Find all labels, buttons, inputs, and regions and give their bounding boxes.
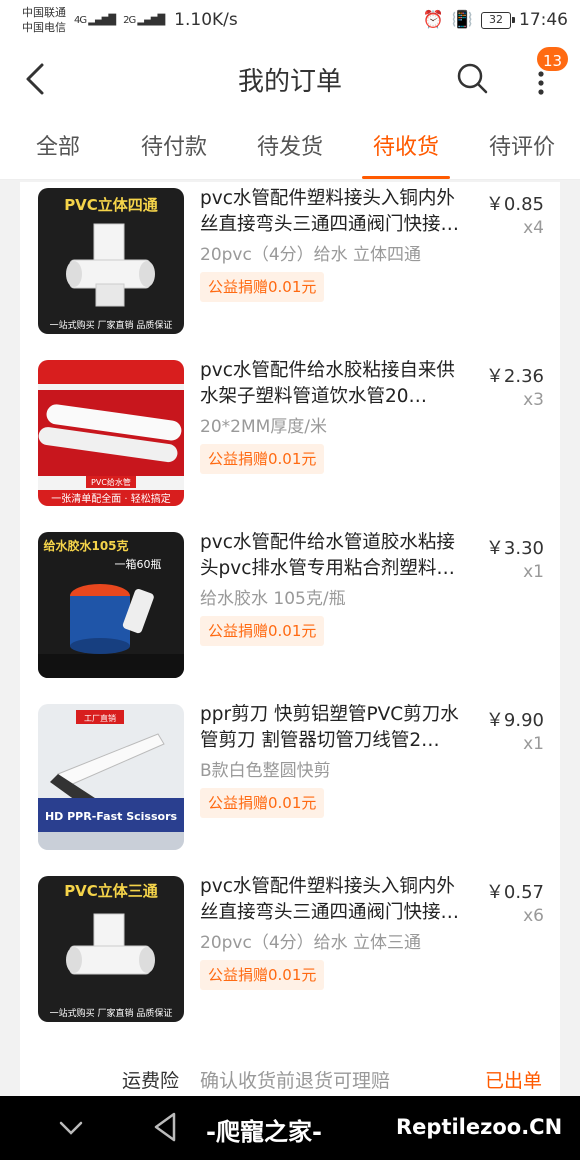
product-price: ￥0.85	[485, 194, 544, 215]
thumb-footer: 一站式购买 厂家直销 品质保证	[50, 1007, 173, 1019]
product-title: pvc水管配件塑料接头入铜内外丝直接弯头三通四通阀门快接…	[200, 188, 460, 235]
thumb-footer: HD PPR-Fast Scissors	[45, 810, 178, 823]
back-arrow-icon[interactable]	[20, 60, 54, 98]
tab-pending-shipment[interactable]: 待发货	[232, 118, 348, 179]
thumb-caption: PVC给水管	[91, 477, 131, 487]
clock: 17:46	[519, 10, 568, 30]
product-price: ￥9.90	[485, 710, 544, 731]
product-quantity: x1	[523, 562, 544, 582]
order-item[interactable]: PVC给水管 一张清单配全面 · 轻松搞定 pvc水管配件给水胶粘接自来供水架子…	[20, 356, 560, 506]
watermark-text: -爬寵之家-	[206, 1118, 322, 1146]
insurance-label: 运费险	[122, 1070, 180, 1092]
thumb-footer: 一张清单配全面 · 轻松搞定	[51, 492, 171, 505]
thumb-caption: PVC立体三通	[64, 882, 158, 900]
product-quantity: x6	[523, 906, 544, 926]
product-image: PVC立体三通 一站式购买 厂家直销 品质保证	[38, 876, 184, 1022]
order-item[interactable]: 给水胶水105克 一箱60瓶 pvc水管配件给水管道胶水粘接头pvc排水管专用粘…	[20, 528, 560, 678]
thumb-sub: 一箱60瓶	[115, 557, 162, 571]
tab-pending-review[interactable]: 待评价	[464, 118, 580, 179]
product-image: PVC给水管 一张清单配全面 · 轻松搞定	[38, 360, 184, 506]
product-spec: 20pvc（4分）给水 立体三通	[200, 933, 422, 953]
order-item[interactable]: PVC立体四通 一站式购买 厂家直销 品质保证 pvc水管配件塑料接头入铜内外丝…	[20, 184, 560, 334]
shipping-insurance-row[interactable]: 运费险 确认收货前退货可理赔 已出单	[20, 1062, 560, 1096]
chevron-down-icon[interactable]	[58, 1118, 84, 1138]
message-count-badge: 13	[535, 45, 571, 73]
product-spec: 20pvc（4分）给水 立体四通	[200, 245, 422, 265]
order-item[interactable]: 工厂直销 HD PPR-Fast Scissors ppr剪刀 快剪铝塑管PVC…	[20, 700, 560, 850]
donation-tag: 公益捐赠0.01元	[200, 444, 325, 474]
thumb-caption: PVC立体四通	[64, 196, 158, 214]
page-title: 我的订单	[237, 66, 342, 97]
product-image: 给水胶水105克 一箱60瓶	[38, 532, 184, 678]
watermark-site: Reptilezoo.CN	[396, 1115, 563, 1139]
product-spec: B款白色整圆快剪	[200, 761, 331, 781]
order-status-tabs: 全部 待付款 待发货 待收货 待评价	[0, 118, 580, 180]
vibrate-icon: 📳	[451, 10, 473, 30]
search-icon[interactable]	[455, 60, 489, 96]
thumb-footer: 一站式购买 厂家直销 品质保证	[50, 319, 173, 331]
alarm-icon: ⏰	[422, 10, 444, 30]
product-title: pvc水管配件给水管道胶水粘接头pvc排水管专用粘合剂塑料…	[200, 532, 455, 579]
insurance-status: 已出单	[484, 1070, 542, 1092]
carrier-names: 中国联通 中国电信	[22, 5, 66, 35]
product-price: ￥0.57	[485, 882, 544, 903]
order-item[interactable]: PVC立体三通 一站式购买 厂家直销 品质保证 pvc水管配件塑料接头入铜内外丝…	[20, 872, 560, 1022]
battery-icon: 32	[481, 11, 515, 29]
donation-tag: 公益捐赠0.01元	[200, 616, 325, 646]
page-header: 我的订单 13	[0, 40, 580, 118]
nav-back-icon[interactable]	[150, 1110, 180, 1144]
product-quantity: x1	[523, 734, 544, 754]
signal-2-label: 2G	[123, 14, 136, 26]
donation-tag: 公益捐赠0.01元	[200, 272, 325, 302]
product-image: PVC立体四通 一站式购买 厂家直销 品质保证	[38, 188, 184, 334]
product-title: pvc水管配件给水胶粘接自来供水架子塑料管道饮水管20…	[200, 360, 455, 407]
product-spec: 20*2MM厚度/米	[200, 417, 328, 437]
tab-pending-payment[interactable]: 待付款	[116, 118, 232, 179]
product-quantity: x4	[523, 218, 544, 238]
tab-all[interactable]: 全部	[0, 118, 116, 179]
signal-icon-2: 2G ▂▄▆█	[123, 14, 165, 26]
product-quantity: x3	[523, 390, 544, 410]
network-speed: 1.10K/s	[174, 10, 238, 30]
insurance-description: 确认收货前退货可理赔	[200, 1070, 391, 1092]
signal-icon-1: 4G ▂▄▆█	[74, 14, 116, 26]
system-nav-bar: -爬寵之家- Reptilezoo.CN	[0, 1096, 580, 1160]
donation-tag: 公益捐赠0.01元	[200, 788, 325, 818]
donation-tag: 公益捐赠0.01元	[200, 960, 325, 990]
product-price: ￥3.30	[485, 538, 544, 559]
product-price: ￥2.36	[485, 366, 544, 387]
carrier-2: 中国电信	[22, 21, 66, 34]
battery-level: 32	[489, 12, 503, 26]
order-card: PVC立体四通 一站式购买 厂家直销 品质保证 pvc水管配件塑料接头入铜内外丝…	[20, 182, 560, 1096]
product-title: pvc水管配件塑料接头入铜内外丝直接弯头三通四通阀门快接…	[200, 876, 460, 923]
thumb-caption: 工厂直销	[84, 713, 116, 723]
signal-1-label: 4G	[74, 14, 87, 26]
status-bar: 中国联通 中国电信 4G ▂▄▆█ 2G ▂▄▆█ 1.10K/s ⏰ 📳 32…	[0, 0, 580, 40]
product-title: ppr剪刀 快剪铝塑管PVC剪刀水管剪刀 割管器切管刀线管2…	[200, 704, 459, 751]
product-image: 工厂直销 HD PPR-Fast Scissors	[38, 704, 184, 850]
carrier-1: 中国联通	[22, 6, 66, 19]
thumb-caption: 给水胶水105克	[43, 538, 128, 553]
tab-pending-receipt[interactable]: 待收货	[348, 118, 464, 179]
product-spec: 给水胶水 105克/瓶	[200, 589, 346, 609]
